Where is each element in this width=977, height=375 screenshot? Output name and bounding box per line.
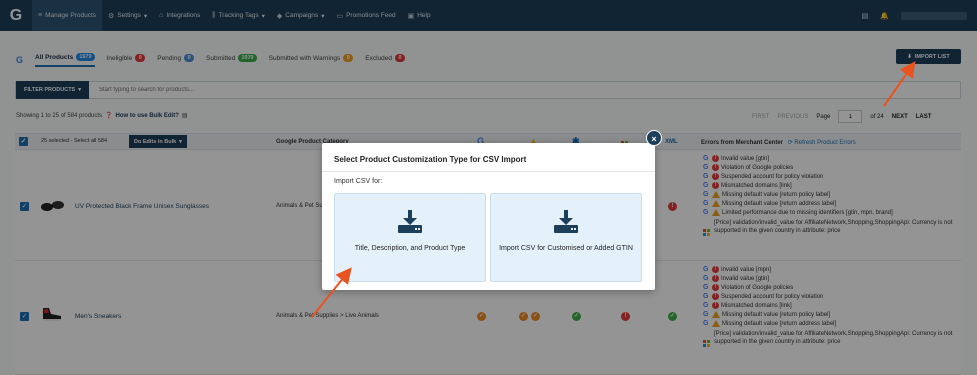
close-icon[interactable]: × bbox=[646, 130, 662, 146]
divider bbox=[322, 171, 655, 172]
csv-import-modal: Select Product Customization Type for CS… bbox=[322, 143, 655, 290]
download-icon bbox=[554, 210, 578, 233]
modal-title: Select Product Customization Type for CS… bbox=[334, 155, 527, 164]
modal-subtitle: Import CSV for: bbox=[334, 178, 383, 185]
import-title-description-option[interactable]: Title, Description, and Product Type bbox=[334, 193, 486, 282]
option-label: Import CSV for Customised or Added GTIN bbox=[499, 245, 633, 252]
import-gtin-option[interactable]: Import CSV for Customised or Added GTIN bbox=[490, 193, 642, 282]
option-label: Title, Description, and Product Type bbox=[354, 245, 466, 252]
download-icon bbox=[398, 210, 422, 233]
